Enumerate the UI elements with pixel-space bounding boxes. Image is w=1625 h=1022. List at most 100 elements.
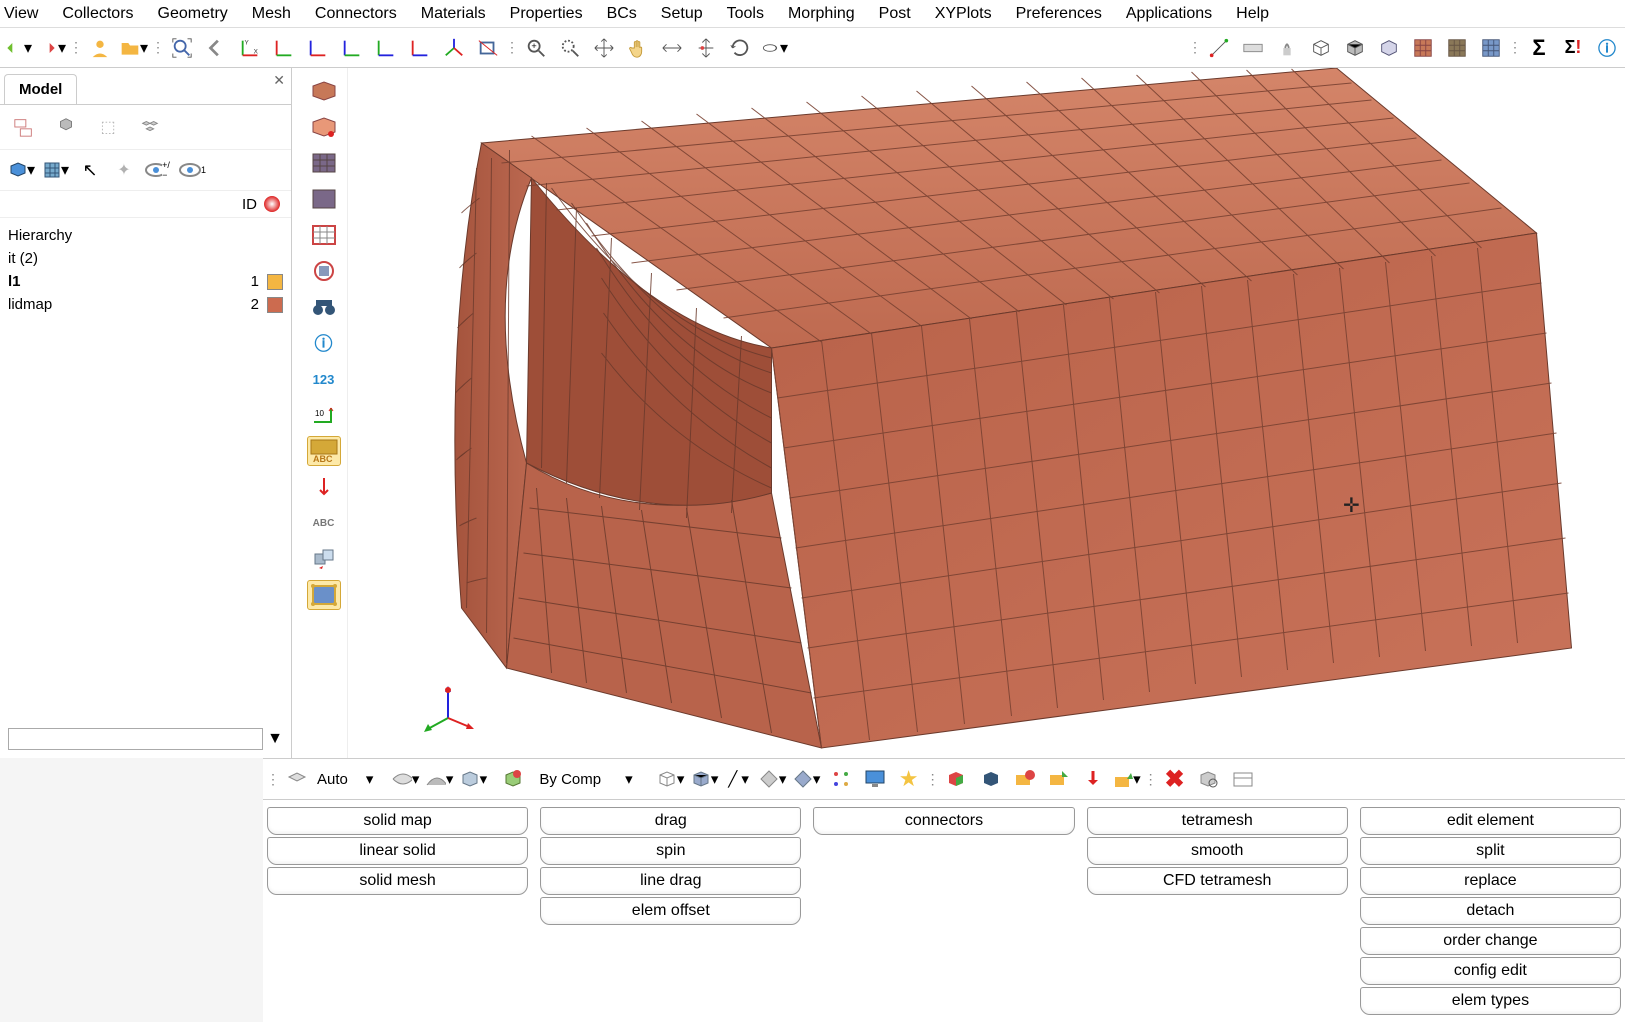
cursor-icon[interactable]: ↖ <box>76 156 104 184</box>
panel-drag[interactable]: drag <box>540 807 801 835</box>
panel-spin[interactable]: spin <box>540 837 801 865</box>
zoom-fit-icon[interactable] <box>168 34 196 62</box>
sigma-info-icon[interactable]: ⓘ <box>1593 34 1621 62</box>
panel-split[interactable]: split <box>1360 837 1621 865</box>
wire-cube-icon[interactable]: ▾ <box>657 765 685 793</box>
cube-shade-icon[interactable] <box>1341 34 1369 62</box>
menu-geometry[interactable]: Geometry <box>146 2 240 26</box>
select-box-icon[interactable] <box>307 580 341 610</box>
zoom-in-icon[interactable]: + <box>522 34 550 62</box>
bycomp-icon[interactable] <box>493 765 533 793</box>
panel-edit-element[interactable]: edit element <box>1360 807 1621 835</box>
panel-smooth[interactable]: smooth <box>1087 837 1348 865</box>
folder-tree-icon[interactable] <box>10 113 38 141</box>
axis-iso-icon[interactable] <box>440 34 468 62</box>
cube-icon[interactable]: ▾ <box>459 765 487 793</box>
menu-properties[interactable]: Properties <box>498 2 595 26</box>
wire-cube2-icon[interactable]: ▾ <box>691 765 719 793</box>
eye-toggle-icon[interactable]: +/− <box>144 156 172 184</box>
panel-replace[interactable]: replace <box>1360 867 1621 895</box>
shade-mode4-icon[interactable] <box>307 184 341 214</box>
panel-elem-types[interactable]: elem types <box>1360 987 1621 1015</box>
hand-pan-icon[interactable] <box>624 34 652 62</box>
diamond-icon[interactable]: ▾ <box>759 765 787 793</box>
star-icon[interactable]: ★ <box>895 765 923 793</box>
zoom-horiz-icon[interactable] <box>658 34 686 62</box>
reverse-view-icon[interactable] <box>474 34 502 62</box>
color-wheel-icon[interactable] <box>263 195 281 213</box>
menu-post[interactable]: Post <box>867 2 923 26</box>
shade-mode1-icon[interactable] <box>307 76 341 106</box>
panel-linear-solid[interactable]: linear solid <box>267 837 528 865</box>
menu-bcs[interactable]: BCs <box>595 2 649 26</box>
abc2-icon[interactable]: ABC <box>307 508 341 538</box>
axis-yz-icon[interactable] <box>304 34 332 62</box>
auto-select-icon[interactable] <box>283 765 311 793</box>
folder-icon[interactable]: ▾ <box>120 34 148 62</box>
dim1-icon[interactable]: ⬚ <box>94 113 122 141</box>
mask-add-icon[interactable] <box>943 765 971 793</box>
panel-cfd-tetramesh[interactable]: CFD tetramesh <box>1087 867 1348 895</box>
dim2-icon[interactable]: ✦ <box>110 156 138 184</box>
mesh3-icon[interactable] <box>1477 34 1505 62</box>
box-blue-icon[interactable]: ▾ <box>8 156 36 184</box>
angle-icon[interactable]: 10 <box>307 400 341 430</box>
user-icon[interactable] <box>86 34 114 62</box>
mesh1-icon[interactable] <box>1409 34 1437 62</box>
cube-trans-icon[interactable] <box>1375 34 1403 62</box>
panel-solid-map[interactable]: solid map <box>267 807 528 835</box>
color-swatch[interactable] <box>267 274 283 290</box>
abc-label-icon[interactable]: ABC <box>307 436 341 466</box>
panel-line-drag[interactable]: line drag <box>540 867 801 895</box>
mass-icon[interactable] <box>1273 34 1301 62</box>
auto-dropdown[interactable]: ▾ <box>354 770 386 788</box>
mask-up-icon[interactable]: ▾ <box>1113 765 1141 793</box>
panel-order-change[interactable]: order change <box>1360 927 1621 955</box>
tree-item[interactable]: l1 1 <box>4 270 287 293</box>
diamond2-icon[interactable]: ▾ <box>793 765 821 793</box>
menu-view[interactable]: View <box>4 2 50 26</box>
redo-icon[interactable]: ▾ <box>38 34 66 62</box>
box-mesh-icon[interactable]: ▾ <box>42 156 70 184</box>
info-icon[interactable]: ⓘ <box>307 328 341 358</box>
panel-config-edit[interactable]: config edit <box>1360 957 1621 985</box>
color-swatch[interactable] <box>267 297 283 313</box>
ruler-icon[interactable] <box>1239 34 1267 62</box>
back-arrow-icon[interactable] <box>202 34 230 62</box>
measure-line-icon[interactable] <box>1205 34 1233 62</box>
sigma-icon[interactable]: Σ <box>1525 34 1553 62</box>
pan-arrows-icon[interactable] <box>590 34 618 62</box>
panel-elem-offset[interactable]: elem offset <box>540 897 801 925</box>
tree-root[interactable]: Hierarchy <box>4 224 287 247</box>
mask-blue-icon[interactable] <box>977 765 1005 793</box>
shade-mode2-icon[interactable] <box>307 112 341 142</box>
transform-icon[interactable] <box>307 544 341 574</box>
numbers-icon[interactable]: 123 <box>307 364 341 394</box>
3d-canvas[interactable]: ✛ <box>348 68 1625 758</box>
binoculars-icon[interactable] <box>307 292 341 322</box>
menu-setup[interactable]: Setup <box>649 2 715 26</box>
undo-icon[interactable]: ▾ <box>4 34 32 62</box>
zoom-vert-icon[interactable] <box>692 34 720 62</box>
menu-connectors[interactable]: Connectors <box>303 2 409 26</box>
zoom-out-icon[interactable] <box>556 34 584 62</box>
menu-preferences[interactable]: Preferences <box>1004 2 1114 26</box>
panel-solid-mesh[interactable]: solid mesh <box>267 867 528 895</box>
tree-group[interactable]: it (2) <box>4 247 287 270</box>
axis-zx-icon[interactable] <box>372 34 400 62</box>
card-icon[interactable] <box>1229 765 1257 793</box>
menu-morphing[interactable]: Morphing <box>776 2 867 26</box>
mask-down-icon[interactable] <box>1079 765 1107 793</box>
menu-collectors[interactable]: Collectors <box>50 2 145 26</box>
menu-mesh[interactable]: Mesh <box>240 2 303 26</box>
line-icon[interactable]: ╱ ▾ <box>725 765 753 793</box>
chevron-down-icon[interactable]: ▼ <box>267 730 283 748</box>
axis-xy-icon[interactable]: YX <box>236 34 264 62</box>
filter-combo[interactable] <box>8 728 263 750</box>
axis-xz-icon[interactable] <box>270 34 298 62</box>
components-icon[interactable] <box>52 113 80 141</box>
menu-tools[interactable]: Tools <box>715 2 776 26</box>
rotate-about-icon[interactable]: ▾ <box>760 34 788 62</box>
sigma-excl-icon[interactable]: Σ! <box>1559 34 1587 62</box>
bycomp-dropdown[interactable]: ▾ <box>607 770 651 788</box>
